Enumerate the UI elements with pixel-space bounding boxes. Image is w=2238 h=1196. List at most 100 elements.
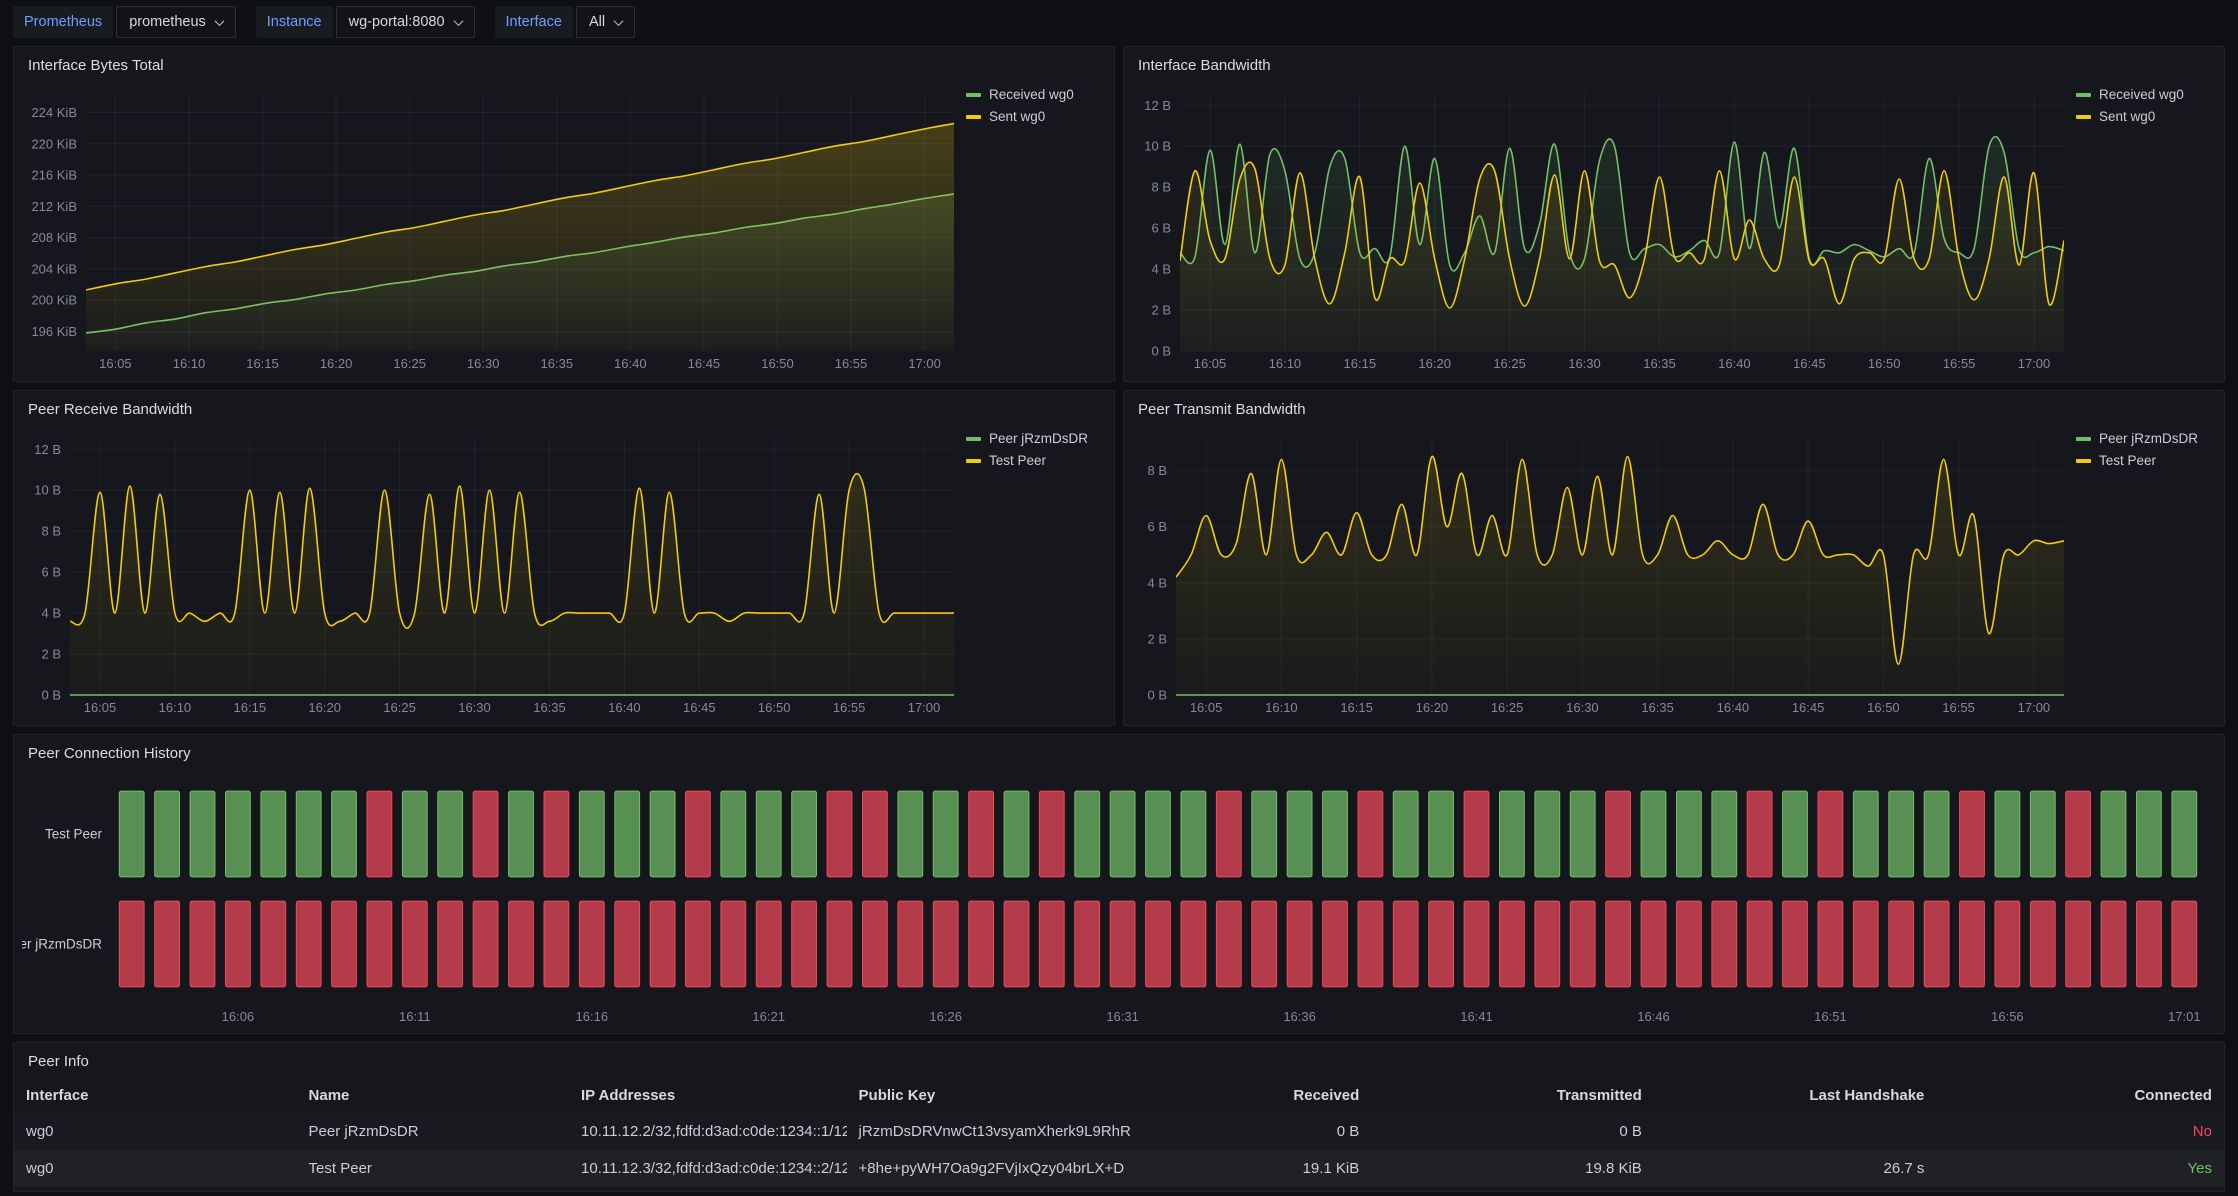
- legend-label: Peer jRzmDsDR: [2099, 431, 2198, 446]
- svg-text:0 B: 0 B: [1147, 688, 1167, 703]
- svg-text:16:25: 16:25: [393, 356, 426, 371]
- legend: Received wg0 Sent wg0: [958, 83, 1106, 375]
- svg-text:16:56: 16:56: [1991, 1009, 2024, 1024]
- table-cell-ip-addresses: 10.11.12.2/32,fdfd:d3ad:c0de:1234::1/128: [569, 1123, 847, 1140]
- legend-item[interactable]: Test Peer: [966, 453, 1106, 468]
- svg-text:16:50: 16:50: [1868, 356, 1901, 371]
- panel-row-4: Peer Info InterfaceNameIP AddressesPubli…: [13, 1042, 2225, 1192]
- panel-interface-bandwidth: Interface Bandwidth 0 B2 B4 B6 B8 B10 B1…: [1123, 46, 2225, 382]
- svg-text:16:41: 16:41: [1460, 1009, 1493, 1024]
- svg-text:2 B: 2 B: [41, 647, 61, 662]
- svg-text:2 B: 2 B: [1147, 631, 1167, 646]
- legend-item[interactable]: Sent wg0: [966, 109, 1106, 124]
- table-row: wg0Peer jRzmDsDR10.11.12.2/32,fdfd:d3ad:…: [14, 1113, 2224, 1150]
- panel-title[interactable]: Interface Bandwidth: [1124, 47, 2224, 83]
- svg-text:16:25: 16:25: [1491, 700, 1524, 715]
- panel-title[interactable]: Peer Info: [14, 1043, 2224, 1079]
- legend-item[interactable]: Received wg0: [966, 87, 1106, 102]
- variable-dropdown-instance[interactable]: wg-portal:8080: [336, 6, 475, 38]
- time-series-canvas[interactable]: 0 B2 B4 B6 B8 B10 B12 B16:0516:1016:1516…: [1132, 83, 2068, 375]
- svg-text:16:40: 16:40: [1718, 356, 1751, 371]
- legend-item[interactable]: Sent wg0: [2076, 109, 2216, 124]
- time-series-canvas[interactable]: 0 B2 B4 B6 B8 B16:0516:1016:1516:2016:25…: [1132, 427, 2068, 719]
- svg-text:16:50: 16:50: [1867, 700, 1900, 715]
- svg-text:8 B: 8 B: [1151, 180, 1171, 195]
- table-cell-interface: wg0: [14, 1160, 297, 1177]
- svg-text:10 B: 10 B: [1144, 139, 1171, 154]
- variable-dropdown-interface[interactable]: All: [576, 6, 635, 38]
- svg-text:16:20: 16:20: [1416, 700, 1449, 715]
- svg-text:16:20: 16:20: [1418, 356, 1451, 371]
- legend-item[interactable]: Test Peer: [2076, 453, 2216, 468]
- svg-text:2 B: 2 B: [1151, 303, 1171, 318]
- table-cell-transmitted: 19.8 KiB: [1371, 1160, 1654, 1177]
- svg-text:16:50: 16:50: [761, 356, 794, 371]
- panel-title[interactable]: Peer Connection History: [14, 735, 2224, 771]
- svg-text:16:05: 16:05: [1190, 700, 1223, 715]
- legend: Peer jRzmDsDR Test Peer: [2068, 427, 2216, 719]
- column-header-received[interactable]: Received: [1139, 1087, 1371, 1104]
- panel-peer-transmit-bandwidth: Peer Transmit Bandwidth 0 B2 B4 B6 B8 B1…: [1123, 390, 2225, 726]
- svg-text:0 B: 0 B: [1151, 344, 1171, 359]
- svg-text:16:46: 16:46: [1637, 1009, 1670, 1024]
- panel-interface-bytes-total: Interface Bytes Total 196 KiB200 KiB204 …: [13, 46, 1115, 382]
- svg-text:16:10: 16:10: [1269, 356, 1302, 371]
- svg-text:16:40: 16:40: [608, 700, 641, 715]
- chevron-down-icon: [453, 16, 463, 26]
- column-header-interface[interactable]: Interface: [14, 1087, 297, 1104]
- svg-text:16:30: 16:30: [458, 700, 491, 715]
- svg-text:224 KiB: 224 KiB: [31, 105, 77, 120]
- time-series-canvas[interactable]: 0 B2 B4 B6 B8 B10 B12 B16:0516:1016:1516…: [22, 427, 958, 719]
- column-header-connected[interactable]: Connected: [1936, 1087, 2224, 1104]
- series-color-swatch: [966, 459, 981, 463]
- legend-item[interactable]: Peer jRzmDsDR: [2076, 431, 2216, 446]
- panel-title[interactable]: Interface Bytes Total: [14, 47, 1114, 83]
- svg-text:16:26: 16:26: [929, 1009, 962, 1024]
- panel-peer-info: Peer Info InterfaceNameIP AddressesPubli…: [13, 1042, 2225, 1192]
- column-header-transmitted[interactable]: Transmitted: [1371, 1087, 1654, 1104]
- svg-text:6 B: 6 B: [1151, 221, 1171, 236]
- variable-dropdown-prometheus[interactable]: prometheus: [116, 6, 236, 38]
- svg-text:17:00: 17:00: [908, 700, 941, 715]
- status-history-canvas[interactable]: Test PeerPeer jRzmDsDR16:0616:1116:1616:…: [22, 771, 2216, 1029]
- svg-text:Peer jRzmDsDR: Peer jRzmDsDR: [22, 937, 102, 952]
- variable-value: wg-portal:8080: [349, 14, 445, 30]
- legend-item[interactable]: Received wg0: [2076, 87, 2216, 102]
- svg-text:208 KiB: 208 KiB: [31, 230, 77, 245]
- svg-text:16:15: 16:15: [1344, 356, 1377, 371]
- svg-text:8 B: 8 B: [41, 524, 61, 539]
- chevron-down-icon: [214, 16, 224, 26]
- series-color-swatch: [2076, 93, 2091, 97]
- panel-title[interactable]: Peer Receive Bandwidth: [14, 391, 1114, 427]
- table-cell-connected: Yes: [1936, 1160, 2224, 1177]
- svg-text:16:45: 16:45: [683, 700, 716, 715]
- svg-text:200 KiB: 200 KiB: [31, 293, 77, 308]
- svg-text:12 B: 12 B: [34, 442, 61, 457]
- svg-text:17:01: 17:01: [2168, 1009, 2201, 1024]
- time-series-canvas[interactable]: 196 KiB200 KiB204 KiB208 KiB212 KiB216 K…: [22, 83, 958, 375]
- grafana-dashboard: Prometheus prometheus Instance wg-portal…: [0, 0, 2238, 1196]
- table-cell-name: Peer jRzmDsDR: [297, 1123, 569, 1140]
- table-cell-public-key: +8he+pyWH7Oa9g2FVjIxQzy04brLX+D: [847, 1160, 1140, 1177]
- column-header-name[interactable]: Name: [297, 1087, 569, 1104]
- svg-text:16:16: 16:16: [576, 1009, 609, 1024]
- panel-title[interactable]: Peer Transmit Bandwidth: [1124, 391, 2224, 427]
- table-cell-connected: No: [1936, 1123, 2224, 1140]
- column-header-public-key[interactable]: Public Key: [847, 1087, 1140, 1104]
- svg-text:16:15: 16:15: [234, 700, 267, 715]
- svg-text:16:25: 16:25: [383, 700, 416, 715]
- svg-text:16:06: 16:06: [222, 1009, 255, 1024]
- svg-text:16:35: 16:35: [1643, 356, 1676, 371]
- legend-item[interactable]: Peer jRzmDsDR: [966, 431, 1106, 446]
- column-header-ip-addresses[interactable]: IP Addresses: [569, 1087, 847, 1104]
- svg-text:16:20: 16:20: [308, 700, 341, 715]
- panel-row-2: Peer Receive Bandwidth 0 B 2 B 4 B 6 B 8 B 10…: [13, 390, 2225, 726]
- svg-text:4 B: 4 B: [41, 606, 61, 621]
- variable-instance: Instance wg-portal:8080: [256, 6, 475, 38]
- svg-text:10 B: 10 B: [34, 483, 61, 498]
- legend-label: Received wg0: [2099, 87, 2184, 102]
- column-header-last-handshake[interactable]: Last Handshake: [1654, 1087, 1937, 1104]
- panel-row-3: Peer Connection History Test PeerPeer jR…: [13, 734, 2225, 1034]
- svg-text:16:21: 16:21: [752, 1009, 785, 1024]
- svg-text:6 B: 6 B: [1147, 519, 1167, 534]
